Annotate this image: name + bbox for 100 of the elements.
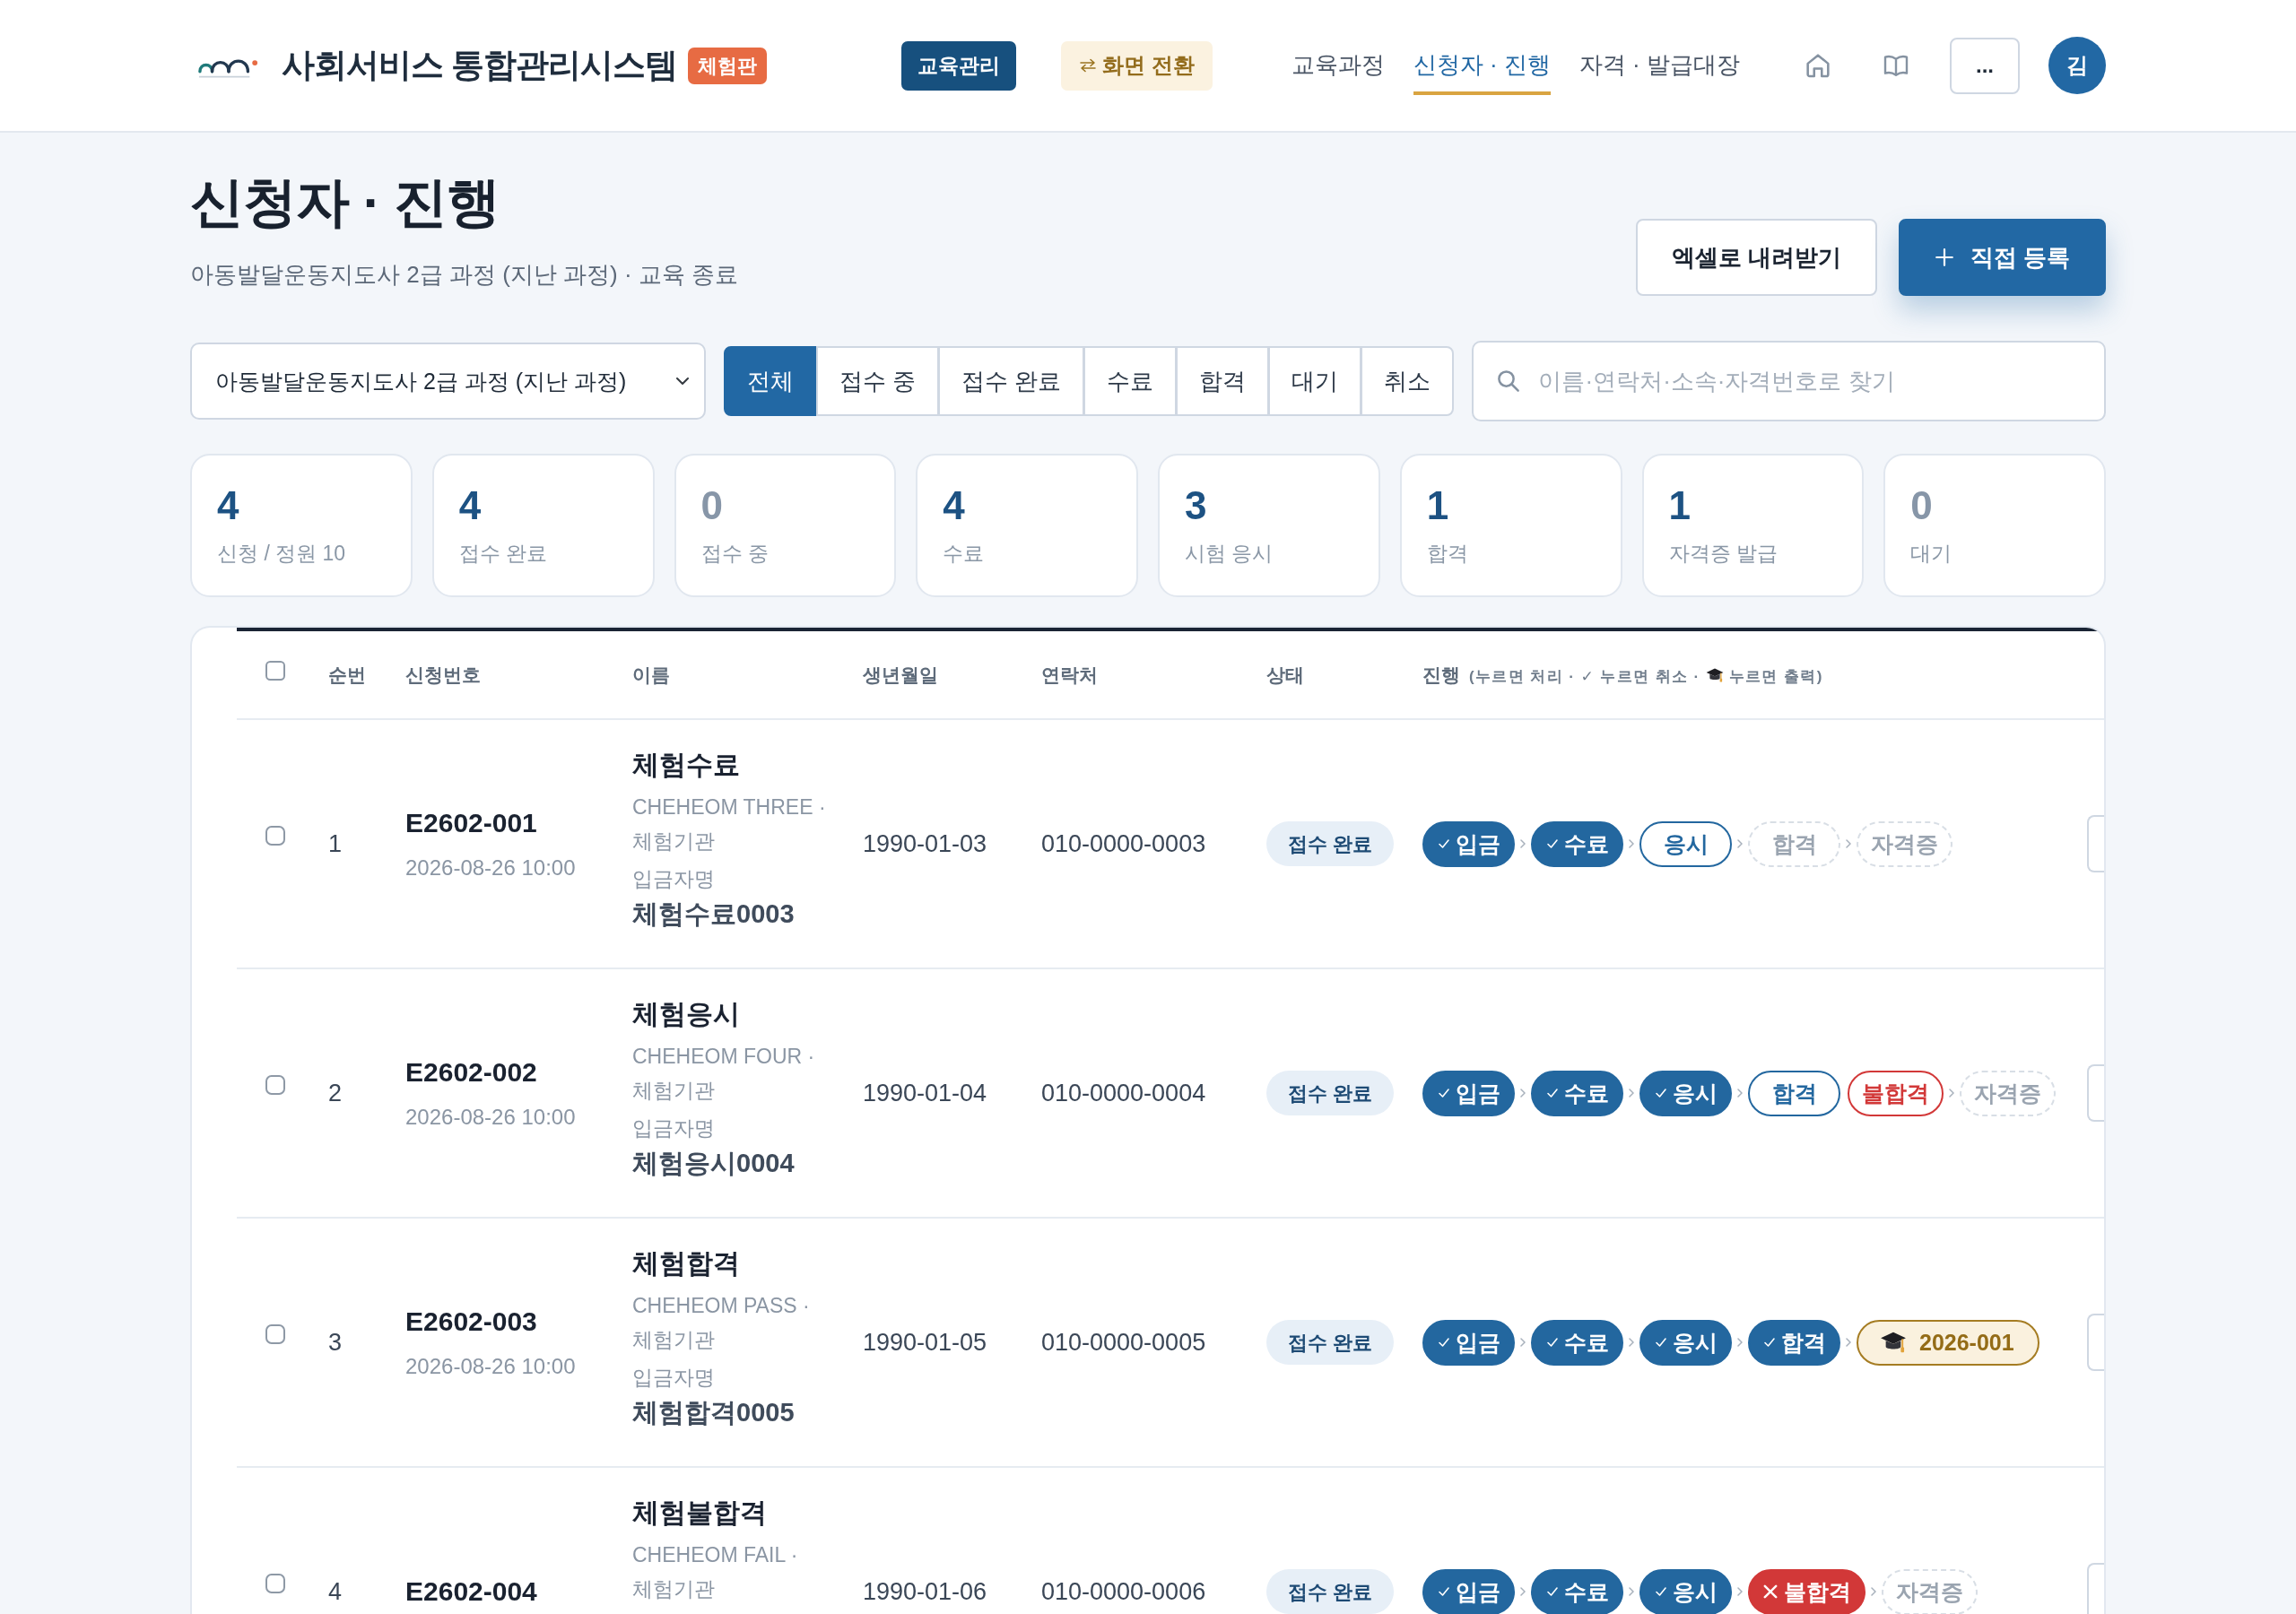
payer-label: 입금자명 xyxy=(632,1365,716,1392)
applicant-name: 체험수료 xyxy=(632,749,741,782)
certificate-button[interactable]: 2026-001 xyxy=(1857,1319,2039,1366)
phone-number: 010-0000-0006 xyxy=(1027,1467,1252,1614)
nav-tab[interactable]: 신청자 · 진행 xyxy=(1413,47,1551,95)
applicant-name: 체험응시 xyxy=(632,998,741,1031)
stat-value: 4 xyxy=(217,484,240,528)
course-select[interactable]: 아동발달운동지도사 2급 과정 (지난 과정) xyxy=(190,343,706,421)
progress-step[interactable]: 입금 xyxy=(1422,1070,1515,1116)
column-header: 상태 xyxy=(1252,631,1408,720)
filter-tab[interactable]: 합격 xyxy=(1176,346,1270,417)
progress-step[interactable]: 수료 xyxy=(1531,1319,1623,1366)
stat-value: 4 xyxy=(458,484,483,528)
applicant-name: 체험불합격 xyxy=(632,1497,768,1530)
applicant-affiliation: CHEHEOM THREE · 체험기관 xyxy=(632,794,827,855)
select-all-checkbox[interactable] xyxy=(265,661,285,681)
check-icon xyxy=(1545,1336,1559,1349)
edition-badge: 체험판 xyxy=(688,47,768,84)
row-action-button[interactable] xyxy=(2087,815,2104,873)
stat-value: 1 xyxy=(1426,484,1450,528)
check-icon xyxy=(1762,1336,1776,1349)
nav-tab[interactable]: 교육과정 xyxy=(1291,47,1385,95)
user-avatar[interactable]: 김 xyxy=(2048,37,2106,94)
progress-step[interactable]: 입금 xyxy=(1422,820,1515,867)
progress-step[interactable]: 불합격 xyxy=(1748,1568,1866,1614)
check-icon xyxy=(1545,1585,1559,1599)
stat-value: 0 xyxy=(1910,484,1934,528)
payer-name: 체험응시0004 xyxy=(632,1148,796,1180)
progress-step[interactable]: 수료 xyxy=(1531,1568,1623,1614)
row-action-button[interactable] xyxy=(2087,1314,2104,1372)
stat-label: 접수 완료 xyxy=(458,540,549,567)
progress-step[interactable]: 응시 xyxy=(1639,1319,1732,1366)
progress-step[interactable]: 입금 xyxy=(1422,1568,1515,1614)
graduation-cap-icon xyxy=(1705,667,1724,684)
column-header: 이름 xyxy=(618,631,848,720)
page-subtitle: 아동발달운동지도사 2급 과정 (지난 과정) · 교육 종료 xyxy=(190,260,738,290)
nav-tab[interactable]: 자격 · 발급대장 xyxy=(1578,47,1740,95)
stat-value: 3 xyxy=(1185,484,1208,528)
row-checkbox[interactable] xyxy=(265,1324,285,1345)
progress-step[interactable]: 수료 xyxy=(1531,820,1623,867)
check-icon xyxy=(1654,1336,1667,1349)
filter-tab[interactable]: 전체 xyxy=(724,346,817,417)
progress-step[interactable]: 응시 xyxy=(1639,820,1732,867)
progress-step[interactable]: 불합격 xyxy=(1848,1070,1944,1116)
applicant-affiliation: CHEHEOM FAIL · 체험기관 xyxy=(632,1542,799,1603)
plus-icon xyxy=(1934,247,1954,268)
column-header: 신청번호 xyxy=(391,631,618,720)
swap-arrows-icon xyxy=(1079,58,1098,73)
birth-date: 1990-01-03 xyxy=(848,719,1027,969)
stat-label: 수료 xyxy=(943,540,986,567)
progress-step[interactable]: 합격 xyxy=(1748,1070,1840,1116)
row-number: 3 xyxy=(314,1218,391,1468)
birth-date: 1990-01-04 xyxy=(848,968,1027,1219)
application-number: E2602-001 xyxy=(405,807,538,840)
stat-value: 4 xyxy=(943,484,966,528)
stat-label: 자격증 발급 xyxy=(1668,540,1779,567)
filter-tab[interactable]: 접수 중 xyxy=(816,346,940,417)
graduation-cap-icon xyxy=(1880,1331,1907,1355)
filter-tab[interactable]: 수료 xyxy=(1083,346,1178,417)
payer-label: 입금자명 xyxy=(632,1115,716,1142)
status-badge: 접수 완료 xyxy=(1266,1320,1395,1366)
application-number: E2602-002 xyxy=(405,1056,538,1089)
stat-label: 접수 중 xyxy=(700,540,770,567)
row-checkbox[interactable] xyxy=(265,1574,285,1594)
row-checkbox[interactable] xyxy=(265,826,285,846)
row-number: 4 xyxy=(314,1467,391,1614)
filter-tab[interactable]: 접수 완료 xyxy=(938,346,1085,417)
stat-value: 1 xyxy=(1668,484,1692,528)
export-button[interactable]: 엑셀로 내려받기 xyxy=(1635,219,1877,297)
column-header: 연락처 xyxy=(1027,631,1252,720)
more-button[interactable]: ... xyxy=(1950,37,2020,94)
page-title: 신청자 · 진행 xyxy=(190,171,501,234)
birth-date: 1990-01-06 xyxy=(848,1467,1027,1614)
row-action-button[interactable] xyxy=(2087,1064,2104,1123)
check-icon xyxy=(1437,1336,1450,1349)
payer-label: 입금자명 xyxy=(632,866,716,893)
check-icon xyxy=(1437,837,1450,851)
search-field[interactable]: 이름·연락처·소속·자격번호로 찾기 xyxy=(1472,341,2106,422)
filter-tab[interactable]: 취소 xyxy=(1361,346,1455,417)
filter-tab[interactable]: 대기 xyxy=(1268,346,1362,417)
column-header: 진행 xyxy=(1422,664,1460,686)
progress-step[interactable]: 수료 xyxy=(1531,1070,1623,1116)
stat-value: 0 xyxy=(700,484,724,528)
row-action-button[interactable] xyxy=(2087,1563,2104,1614)
column-header: 생년월일 xyxy=(848,631,1027,720)
switch-view-button[interactable]: 화면 전환 xyxy=(1061,40,1213,91)
application-time: 2026-08-26 10:00 xyxy=(405,1353,577,1381)
status-badge: 접수 완료 xyxy=(1266,821,1395,867)
add-button[interactable]: 직접 등록 xyxy=(1898,219,2106,297)
progress-step[interactable]: 응시 xyxy=(1639,1070,1732,1116)
progress-step[interactable]: 응시 xyxy=(1639,1568,1732,1614)
stat-label: 시험 응시 xyxy=(1185,540,1274,567)
row-checkbox[interactable] xyxy=(265,1075,285,1096)
stat-label: 대기 xyxy=(1910,540,1953,567)
progress-step[interactable]: 합격 xyxy=(1748,1319,1840,1366)
applicant-affiliation: CHEHEOM FOUR · 체험기관 xyxy=(632,1044,816,1105)
cross-icon xyxy=(1762,1584,1779,1601)
section-button[interactable]: 교육관리 xyxy=(901,40,1017,91)
progress-step[interactable]: 입금 xyxy=(1422,1319,1515,1366)
phone-number: 010-0000-0004 xyxy=(1027,968,1252,1219)
